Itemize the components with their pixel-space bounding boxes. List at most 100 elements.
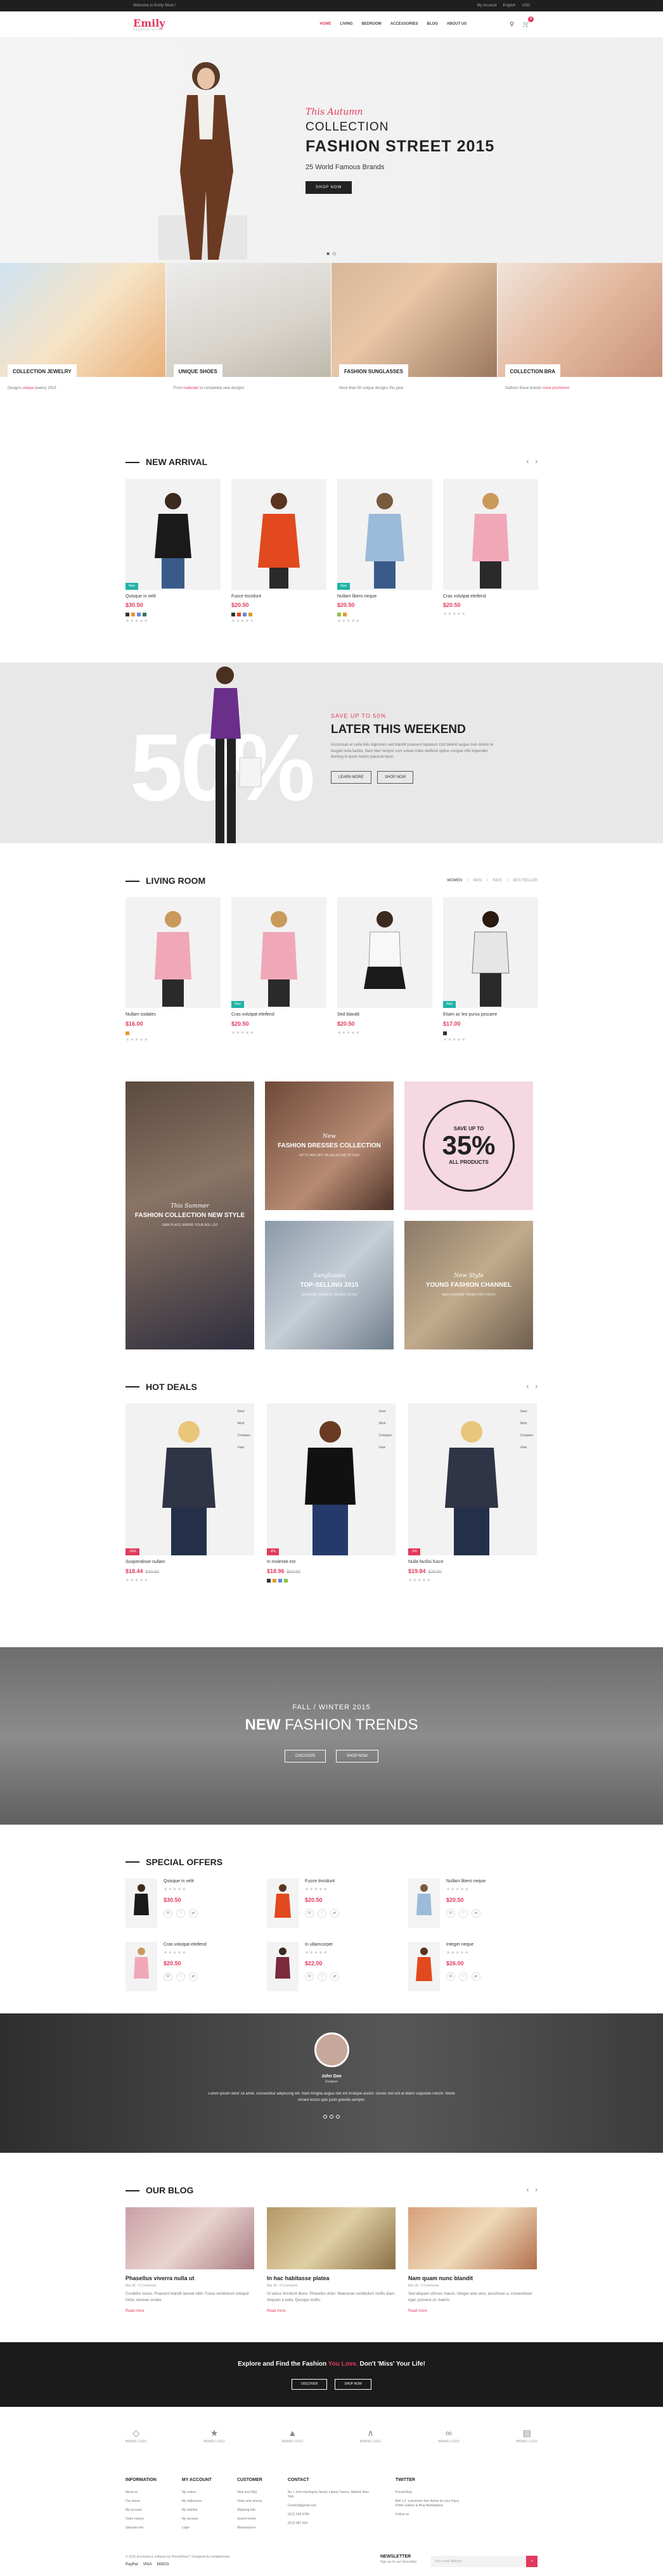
compare-icon[interactable]: ⇄ [189, 1972, 198, 1981]
product-image[interactable]: New [231, 897, 326, 1008]
offer-image[interactable] [126, 1942, 157, 1991]
product-card[interactable]: New Etiam ac leo purus posuere $17.00 ★★… [443, 897, 538, 1043]
currency-select[interactable]: USD [522, 3, 530, 8]
product-name[interactable]: Etiam ac leo purus posuere [443, 1012, 538, 1018]
product-name[interactable]: Nullam libero neque [337, 594, 432, 600]
footer-link[interactable]: My account [126, 2508, 157, 2513]
compare-icon[interactable]: ⇄ [330, 1972, 339, 1981]
product-image[interactable]: Save Wish Compare View -8% [267, 1403, 396, 1555]
footer-link[interactable]: About us [126, 2490, 157, 2495]
compare-icon[interactable]: ⇄ [330, 1909, 339, 1918]
language-select[interactable]: English [503, 3, 516, 8]
save-button[interactable]: Save [378, 1410, 392, 1414]
footer-link[interactable]: Manufacturer [237, 2526, 262, 2530]
product-image[interactable] [337, 897, 432, 1008]
product-card[interactable]: Nullam sodales $16.00 ★★★★★ [126, 897, 221, 1043]
offer-image[interactable] [408, 1942, 440, 1991]
nav-bedroom[interactable]: BEDROOM [361, 22, 381, 27]
logo[interactable]: EmilyFASHION STORE [133, 18, 165, 31]
wishlist-button[interactable]: Wish [237, 1422, 250, 1426]
discover-button[interactable]: DISCOVER [285, 1750, 326, 1763]
offer-image[interactable] [126, 1878, 157, 1928]
twitter-follow-link[interactable]: Follow us [396, 2513, 465, 2517]
search-icon[interactable]: ⚲ [510, 20, 514, 29]
cart-icon[interactable]: ☋ [164, 1972, 172, 1981]
save-button[interactable]: Save [237, 1410, 250, 1414]
learn-more-button[interactable]: LEARN MORE [331, 771, 371, 784]
tile-dresses[interactable]: New FASHION DRESSES COLLECTION UP TO 40%… [265, 1081, 394, 1210]
cart-icon[interactable]: 🛒0 [523, 20, 530, 29]
compare-icon[interactable]: ⇄ [189, 1909, 198, 1918]
compare-icon[interactable]: ⇄ [472, 1909, 480, 1918]
tab-men[interactable]: MEN [473, 878, 482, 883]
quick-view-button[interactable]: View [520, 1446, 533, 1450]
product-name[interactable]: Cras volutpat eleifend [231, 1012, 326, 1018]
cart-icon[interactable]: ☋ [164, 1909, 172, 1918]
tab-bestseller[interactable]: BESTSELLER [513, 878, 537, 883]
nav-blog[interactable]: BLOG [427, 22, 438, 27]
slider-dot[interactable] [326, 252, 330, 255]
product-image[interactable]: Save Wish Compare View -15% [126, 1403, 254, 1555]
blog-title[interactable]: In hac habitasse platea [267, 2274, 396, 2283]
nav-home[interactable]: HOME [319, 22, 331, 27]
footer-link[interactable]: Search terms [237, 2517, 262, 2522]
footer-link[interactable]: My wishlist [182, 2508, 212, 2513]
prev-arrow-icon[interactable]: ‹ [527, 1382, 529, 1392]
product-image[interactable] [443, 479, 538, 590]
save-button[interactable]: Save [520, 1410, 533, 1414]
nav-living[interactable]: LIVING [340, 22, 352, 27]
product-card[interactable]: New Cras volutpat eleifend $20.50 ★★★★★ [231, 897, 326, 1043]
product-card[interactable]: Fusce tincidunt $20.50 ★★★★★ [231, 479, 326, 625]
quick-view-button[interactable]: View [378, 1446, 392, 1450]
shop-now-button[interactable]: SHOP NOW [336, 1750, 378, 1763]
offer-item[interactable]: In ullamcorper★★★★★$22.00 ☋♡⇄ [267, 1942, 396, 1991]
arrow-right-icon[interactable]: › [526, 2556, 537, 2567]
product-name[interactable]: Suspendisse nullam [126, 1559, 254, 1565]
deal-card[interactable]: Save Wish Compare View -3% Nulla facilis… [408, 1403, 537, 1583]
offer-name[interactable]: Fusce tincidunt [305, 1878, 339, 1885]
category-jewelry[interactable]: COLLECTION JEWELRY Designs unique jewelr… [0, 263, 166, 424]
read-more-link[interactable]: Read more [267, 2309, 396, 2314]
blog-image[interactable] [408, 2207, 537, 2269]
footer-link[interactable]: Order history [126, 2517, 157, 2522]
compare-button[interactable]: Compare [520, 1434, 533, 1438]
slider-dot[interactable] [330, 2115, 333, 2119]
wishlist-button[interactable]: Wish [378, 1422, 392, 1426]
offer-item[interactable]: Integer neque★★★★★$26.00 ☋♡⇄ [408, 1942, 537, 1991]
product-name[interactable]: Quisque in velit [126, 594, 221, 600]
offer-name[interactable]: Integer neque [446, 1942, 480, 1948]
product-name[interactable]: Nulla facilisi fusce [408, 1559, 537, 1565]
product-card[interactable]: Sed blandit $20.50 ★★★★★ [337, 897, 432, 1043]
product-image[interactable]: New [443, 897, 538, 1008]
product-image[interactable] [126, 897, 221, 1008]
footer-link[interactable]: Order and returns [237, 2499, 262, 2504]
offer-name[interactable]: Cras volutpat eleifend [164, 1942, 207, 1948]
brand-logo[interactable]: ◇BRAND LOGO [126, 2427, 146, 2444]
compare-button[interactable]: Compare [378, 1434, 392, 1438]
heart-icon[interactable]: ♡ [318, 1909, 326, 1918]
footer-link[interactable]: Our stores [126, 2499, 157, 2504]
heart-icon[interactable]: ♡ [459, 1909, 468, 1918]
heart-icon[interactable]: ♡ [176, 1972, 185, 1981]
deal-card[interactable]: Save Wish Compare View -15% Suspendisse … [126, 1403, 254, 1583]
prev-arrow-icon[interactable]: ‹ [527, 457, 529, 467]
product-card[interactable]: New Nullam libero neque $20.50 ★★★★★ [337, 479, 432, 625]
tile-sunglasses[interactable]: Sunglasses TOP-SELLING 2015 SPEAKING SAV… [265, 1221, 394, 1349]
offer-name[interactable]: In ullamcorper [305, 1942, 339, 1948]
product-name[interactable]: Nullam sodales [126, 1012, 221, 1018]
footer-link[interactable]: Login [182, 2526, 212, 2530]
cart-icon[interactable]: ☋ [446, 1909, 455, 1918]
brand-logo[interactable]: ★BRAND LOGO [203, 2427, 224, 2444]
product-image[interactable] [231, 479, 326, 590]
read-more-link[interactable]: Read more [408, 2309, 537, 2314]
cart-icon[interactable]: ☋ [305, 1909, 314, 1918]
blog-title[interactable]: Nam quam nunc blandit [408, 2274, 537, 2283]
heart-icon[interactable]: ♡ [176, 1909, 185, 1918]
blog-image[interactable] [267, 2207, 396, 2269]
product-name[interactable]: In molestie est [267, 1559, 396, 1565]
footer-link[interactable]: Specials info [126, 2526, 157, 2530]
quick-view-button[interactable]: View [237, 1446, 250, 1450]
cart-icon[interactable]: ☋ [305, 1972, 314, 1981]
offer-image[interactable] [408, 1878, 440, 1928]
heart-icon[interactable]: ♡ [318, 1972, 326, 1981]
